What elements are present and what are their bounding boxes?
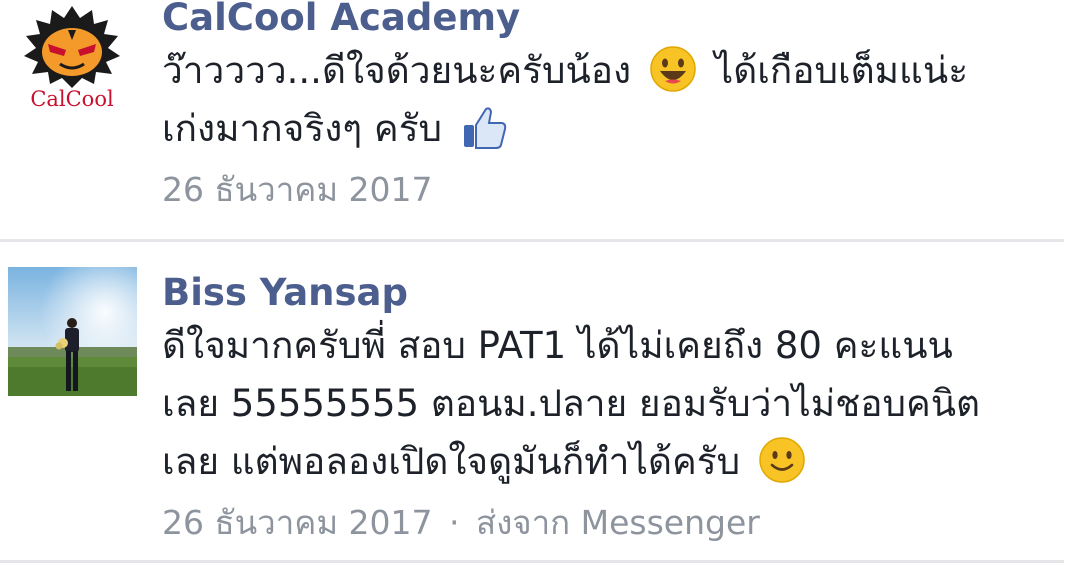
comment-text: ว๊าวววว...ดีใจด้วยนะครับน้อง ได้เกือบเต็…	[162, 42, 1040, 158]
divider	[0, 239, 1064, 242]
thumbs-up-icon	[463, 106, 507, 149]
comment-date[interactable]: 26 ธันวาคม 2017	[162, 503, 433, 542]
comment-text-segment: เลย แต่พอลองเปิดใจดูมันก็ทำได้ครับ	[162, 440, 741, 483]
slightly-smiling-face-icon	[759, 436, 805, 483]
avatar[interactable]	[8, 267, 137, 396]
grinning-face-icon	[650, 45, 696, 92]
meta-separator: ·	[449, 503, 460, 542]
calcool-logo-icon: CalCool	[8, 0, 137, 129]
profile-photo-icon	[8, 267, 137, 396]
comment-text-line: เก่งมากจริงๆ ครับ	[162, 100, 1040, 158]
comment-author[interactable]: Biss Yansap	[162, 269, 1040, 317]
comment-text-segment: เก่งมากจริงๆ ครับ	[162, 107, 443, 150]
comment-text-line: ดีใจมากครับพี่ สอบ PAT1 ได้ไม่เคยถึง 80 …	[162, 324, 953, 367]
comment-text-line: เลย แต่พอลองเปิดใจดูมันก็ทำได้ครับ	[162, 433, 1040, 491]
comment-meta: 26 ธันวาคม 2017	[162, 168, 1040, 212]
divider	[0, 560, 1064, 563]
comment-text-line: ว๊าวววว...ดีใจด้วยนะครับน้อง ได้เกือบเต็…	[162, 42, 1040, 100]
comment-text: ดีใจมากครับพี่ สอบ PAT1 ได้ไม่เคยถึง 80 …	[162, 317, 1040, 491]
comment-item: CalCool CalCool Academy ว๊าวววว...ดีใจด้…	[0, 0, 1080, 240]
comment-text-segment: ได้เกือบเต็มแน่ะ	[714, 49, 969, 92]
comment-author[interactable]: CalCool Academy	[162, 0, 1040, 42]
comment-source: ส่งจาก Messenger	[476, 503, 760, 542]
avatar[interactable]: CalCool	[8, 0, 137, 129]
comment-text-line: เลย 55555555 ตอนม.ปลาย ยอมรับว่าไม่ชอบคน…	[162, 382, 981, 425]
comment-feed: CalCool CalCool Academy ว๊าวววว...ดีใจด้…	[0, 0, 1080, 574]
comment-item: Biss Yansap ดีใจมากครับพี่ สอบ PAT1 ได้ไ…	[0, 243, 1080, 561]
comment-body: Biss Yansap ดีใจมากครับพี่ สอบ PAT1 ได้ไ…	[162, 269, 1040, 545]
avatar-logo-text: CalCool	[30, 87, 114, 111]
comment-meta: 26 ธันวาคม 2017 · ส่งจาก Messenger	[162, 501, 1040, 545]
comment-body: CalCool Academy ว๊าวววว...ดีใจด้วยนะครับ…	[162, 0, 1040, 212]
comment-date[interactable]: 26 ธันวาคม 2017	[162, 170, 433, 209]
comment-text-segment: ว๊าวววว...ดีใจด้วยนะครับน้อง	[162, 49, 632, 92]
